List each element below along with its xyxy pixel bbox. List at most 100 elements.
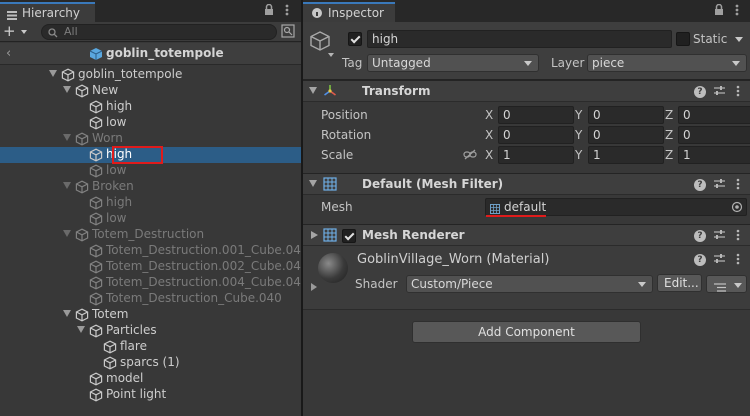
tree-row[interactable]: flare	[0, 339, 301, 355]
layer-dropdown[interactable]: piece	[587, 54, 747, 72]
preset-sliders-icon[interactable]	[714, 85, 725, 99]
expand-arrow-icon[interactable]	[63, 182, 71, 189]
scale-field[interactable]: 1	[498, 146, 574, 164]
tree-row[interactable]: Broken	[0, 179, 301, 195]
fold-arrow-icon[interactable]	[309, 87, 317, 94]
active-toggle[interactable]	[348, 32, 362, 46]
fold-arrow-icon[interactable]	[311, 231, 318, 239]
tree-row[interactable]: low	[0, 211, 301, 227]
tree-row[interactable]: low	[0, 163, 301, 179]
help-icon[interactable]: ?	[694, 230, 706, 242]
chevron-down-icon[interactable]	[735, 37, 743, 42]
transform-header[interactable]: Transform ?	[303, 80, 750, 102]
hierarchy-search-input[interactable]: All	[41, 24, 277, 40]
scale-axis-label[interactable]: Z	[665, 148, 673, 162]
tree-row[interactable]: Totem_Destruction	[0, 227, 301, 243]
mesh-renderer-header[interactable]: Mesh Renderer ?	[303, 224, 750, 246]
tree-item-label: flare	[120, 339, 147, 353]
tree-item-label: Totem_Destruction	[92, 227, 205, 241]
shader-dropdown[interactable]: Custom/Piece	[406, 275, 653, 293]
lock-icon[interactable]	[714, 3, 724, 19]
link-scale-icon[interactable]	[463, 149, 477, 163]
layer-label: Layer	[551, 56, 585, 70]
help-icon[interactable]: ?	[694, 86, 706, 98]
expand-arrow-icon[interactable]	[49, 70, 57, 77]
preset-sliders-icon[interactable]	[714, 229, 725, 243]
search-placeholder: All	[64, 25, 78, 38]
rotation-field[interactable]: 0	[678, 126, 750, 144]
tree-row[interactable]: New	[0, 83, 301, 99]
mesh-filter-header[interactable]: Default (Mesh Filter) ?	[303, 173, 750, 195]
kebab-menu-icon[interactable]	[736, 253, 740, 268]
tab-hierarchy[interactable]: Hierarchy	[0, 2, 95, 22]
rotation-field[interactable]: 0	[588, 126, 664, 144]
kebab-menu-icon[interactable]	[736, 85, 740, 100]
tree-row[interactable]: model	[0, 371, 301, 387]
fold-arrow-icon[interactable]	[309, 180, 317, 187]
position-field[interactable]: 0	[588, 106, 664, 124]
scale-field[interactable]: 1	[678, 146, 750, 164]
preset-sliders-icon[interactable]	[714, 178, 725, 192]
material-sphere-icon[interactable]	[318, 253, 348, 283]
preset-sliders-icon[interactable]	[714, 253, 725, 267]
position-axis-label[interactable]: Z	[665, 108, 673, 122]
object-name-field[interactable]: high	[367, 30, 672, 48]
help-icon[interactable]: ?	[694, 179, 706, 191]
shader-list-button[interactable]	[706, 275, 747, 293]
mesh-object-field[interactable]: default	[485, 198, 747, 216]
tree-row[interactable]: sparcs (1)	[0, 355, 301, 371]
static-toggle[interactable]	[676, 32, 690, 46]
edit-shader-button[interactable]: Edit...	[657, 274, 702, 292]
tree-row[interactable]: Worn	[0, 131, 301, 147]
hierarchy-tab-label: Hierarchy	[22, 6, 81, 20]
search-filter-button[interactable]	[281, 24, 297, 40]
tree-row[interactable]: high	[0, 195, 301, 211]
rotation-field[interactable]: 0	[498, 126, 574, 144]
rotation-axis-label[interactable]: Y	[575, 128, 582, 142]
fold-arrow-icon[interactable]	[311, 283, 317, 291]
tab-inspector[interactable]: Inspector	[303, 2, 395, 22]
tag-dropdown[interactable]: Untagged	[367, 54, 539, 72]
tree-row[interactable]: high	[0, 99, 301, 115]
rotation-axis-label[interactable]: Z	[665, 128, 673, 142]
chevron-down-icon	[638, 282, 646, 287]
back-arrow-icon[interactable]: ‹	[6, 46, 11, 61]
kebab-menu-icon[interactable]	[735, 4, 739, 19]
expand-arrow-icon[interactable]	[63, 310, 71, 317]
lock-icon[interactable]	[264, 3, 274, 19]
kebab-menu-icon[interactable]	[736, 178, 740, 193]
tree-row[interactable]: goblin_totempole	[0, 67, 301, 83]
expand-arrow-icon[interactable]	[63, 134, 71, 141]
add-object-button[interactable]: +	[3, 23, 33, 41]
plus-icon: +	[3, 22, 16, 40]
help-icon[interactable]: ?	[694, 254, 706, 266]
position-field[interactable]: 0	[678, 106, 750, 124]
chevron-down-icon[interactable]	[328, 53, 334, 57]
scale-field[interactable]: 1	[588, 146, 664, 164]
expand-arrow-icon[interactable]	[77, 326, 85, 333]
mesh-renderer-toggle[interactable]	[342, 229, 356, 243]
kebab-menu-icon[interactable]	[285, 4, 289, 19]
object-picker-icon[interactable]	[731, 201, 743, 215]
expand-arrow-icon[interactable]	[63, 230, 71, 237]
tree-row[interactable]: Totem_Destruction_Cube.040	[0, 291, 301, 307]
tree-row[interactable]: Totem	[0, 307, 301, 323]
scale-axis-label[interactable]: Y	[575, 148, 582, 162]
position-axis-label[interactable]: Y	[575, 108, 582, 122]
add-component-button[interactable]: Add Component	[412, 321, 641, 343]
tree-row[interactable]: low	[0, 115, 301, 131]
gameobject-cube-icon[interactable]	[309, 30, 331, 55]
scale-axis-label[interactable]: X	[485, 148, 493, 162]
tree-row[interactable]: Point light	[0, 387, 301, 403]
tree-row[interactable]: Totem_Destruction.004_Cube.044	[0, 275, 309, 291]
tree-row[interactable]: Totem_Destruction.001_Cube.041	[0, 243, 309, 259]
chevron-down-icon	[734, 283, 742, 288]
tree-row[interactable]: Particles	[0, 323, 301, 339]
position-axis-label[interactable]: X	[485, 108, 493, 122]
kebab-menu-icon[interactable]	[736, 229, 740, 244]
position-field[interactable]: 0	[498, 106, 574, 124]
gameobject-cube-icon	[89, 196, 103, 210]
rotation-axis-label[interactable]: X	[485, 128, 493, 142]
expand-arrow-icon[interactable]	[63, 86, 71, 93]
tree-row[interactable]: Totem_Destruction.002_Cube.042	[0, 259, 309, 275]
